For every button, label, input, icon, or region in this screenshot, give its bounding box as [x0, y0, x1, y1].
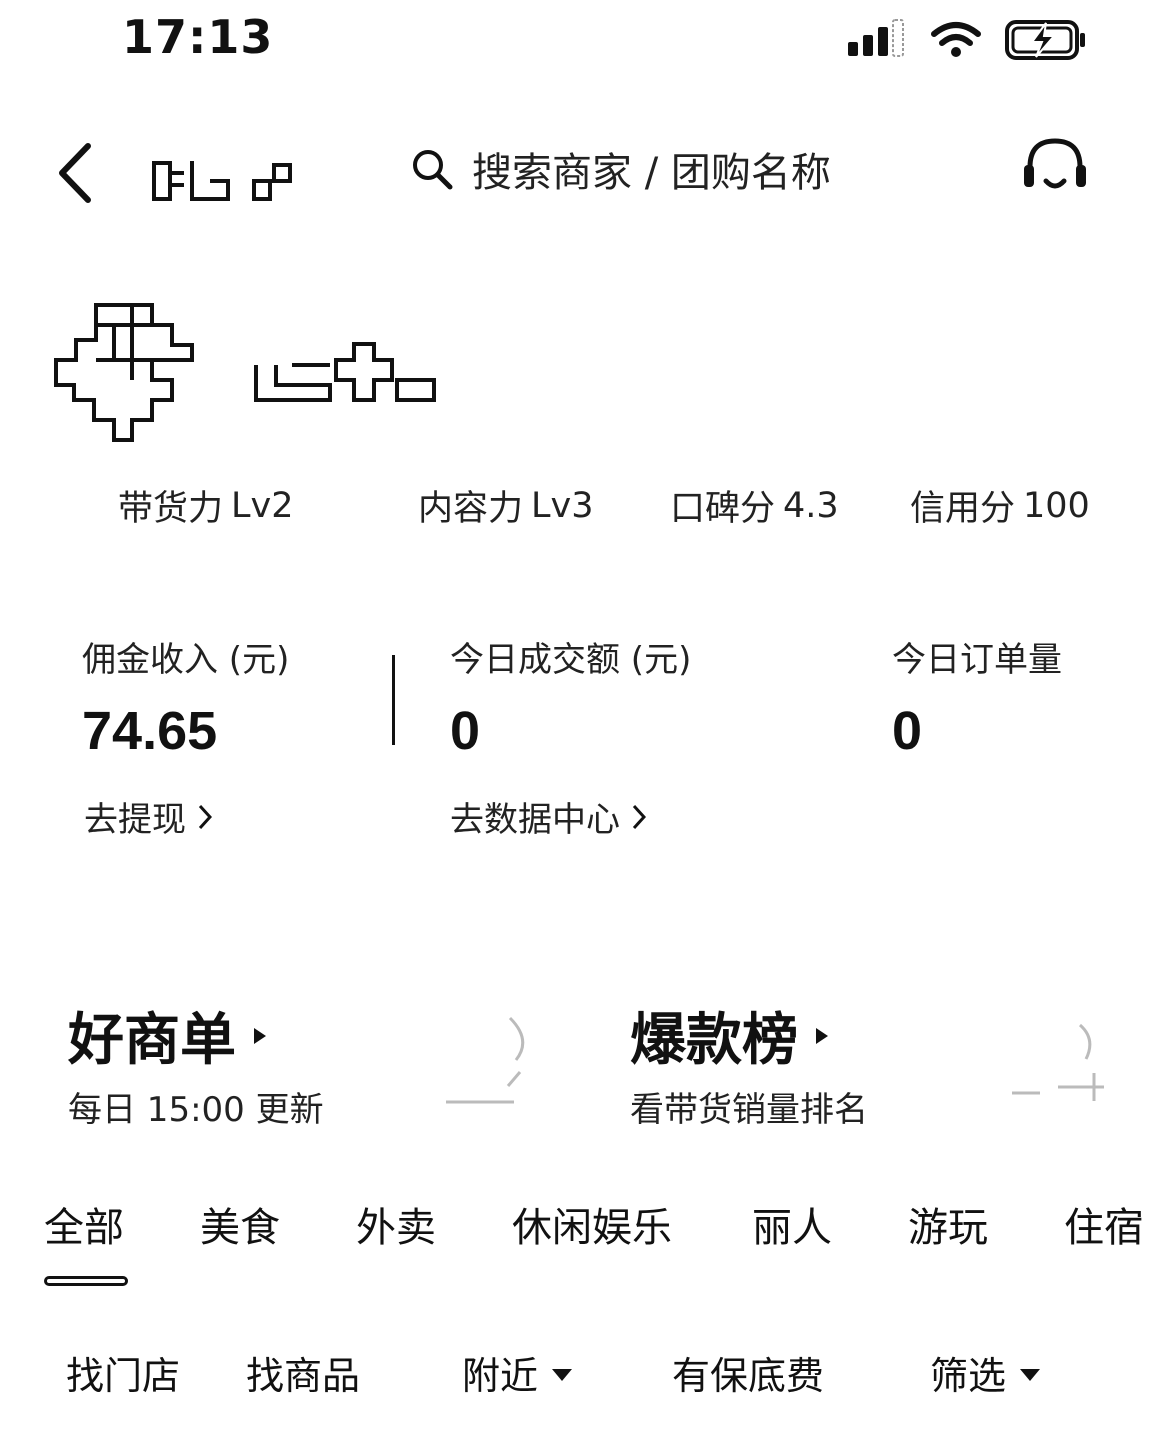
triangle-right-icon: [254, 1027, 266, 1044]
customer-service-icon[interactable]: [1020, 135, 1090, 205]
creator-metrics: 带货力 Lv2 内容力 Lv3 口碑分 4.3 信用分 100: [60, 480, 1120, 531]
promo-bestseller-subtitle: 看带货销量排名: [630, 1090, 868, 1130]
stats-divider: [392, 655, 395, 745]
metric-credit-score[interactable]: 信用分 100: [910, 480, 1090, 531]
tab-delivery[interactable]: 外卖: [356, 1195, 512, 1253]
triangle-right-icon: [816, 1027, 828, 1044]
back-arrow-icon[interactable]: [48, 138, 108, 208]
promo-bestseller-illustration: [1012, 1023, 1104, 1101]
gmv-label: 今日成交额 (元): [450, 640, 692, 680]
tab-hotel[interactable]: 住宿: [1064, 1195, 1144, 1253]
promo-bestseller-title: 爆款榜: [630, 1008, 798, 1073]
signal-icon: [848, 19, 904, 57]
promo-good-deals[interactable]: 好商单 每日 15:00 更新: [68, 995, 324, 1131]
metric-sales-power[interactable]: 带货力 Lv2: [60, 480, 360, 531]
gmv-value: 0: [450, 701, 481, 761]
withdraw-link[interactable]: 去提现: [84, 792, 212, 841]
promo-good-deals-subtitle: 每日 15:00 更新: [68, 1090, 324, 1130]
status-icons: [846, 18, 1088, 62]
wifi-icon: [931, 22, 981, 57]
sales-power-icon: [60, 486, 110, 526]
active-tab-indicator: [44, 1276, 128, 1286]
metric-reputation-score[interactable]: 口碑分 4.3: [670, 480, 910, 531]
filter-more[interactable]: 筛选: [930, 1345, 1041, 1400]
commission-label: 佣金收入 (元): [82, 640, 290, 680]
chevron-right-icon: [632, 804, 646, 829]
nickname: [254, 342, 436, 402]
tab-leisure[interactable]: 休闲娱乐: [512, 1195, 752, 1253]
promo-bestseller-list[interactable]: 爆款榜 看带货销量排名: [630, 995, 868, 1131]
search-placeholder: 搜索商家 / 团购名称: [472, 150, 831, 196]
caret-down-icon: [1020, 1368, 1041, 1381]
filter-guaranteed-fee[interactable]: 有保底费: [672, 1345, 824, 1400]
commission-value: 74.65: [82, 701, 218, 761]
search-icon: [413, 150, 453, 190]
caret-down-icon: [552, 1368, 573, 1381]
category-tabs: 全部 美食 外卖 休闲娱乐 丽人 游玩 住宿: [44, 1195, 1144, 1253]
data-center-link[interactable]: 去数据中心: [450, 792, 646, 841]
chevron-right-icon: [198, 804, 212, 829]
avatar[interactable]: [52, 300, 197, 445]
battery-charging-icon: [1005, 20, 1085, 60]
filter-find-product[interactable]: 找商品: [246, 1345, 360, 1400]
metric-content-power[interactable]: 内容力 Lv3: [360, 480, 670, 531]
orders-value: 0: [892, 701, 923, 761]
filter-nearby[interactable]: 附近: [462, 1345, 573, 1400]
promo-good-deals-illustration: [446, 1016, 525, 1104]
tab-food[interactable]: 美食: [200, 1195, 356, 1253]
content-power-icon: [360, 486, 410, 526]
orders-label: 今日订单量: [892, 640, 1062, 680]
promo-good-deals-title: 好商单: [68, 1008, 236, 1073]
tab-all[interactable]: 全部: [44, 1195, 200, 1253]
filter-find-store[interactable]: 找门店: [66, 1345, 180, 1400]
tab-beauty[interactable]: 丽人: [752, 1195, 908, 1253]
search-bar[interactable]: 搜索商家 / 团购名称: [410, 140, 831, 198]
status-time: 17:13: [122, 10, 274, 64]
brand-logo: [152, 161, 292, 201]
tab-tour[interactable]: 游玩: [908, 1195, 1064, 1253]
